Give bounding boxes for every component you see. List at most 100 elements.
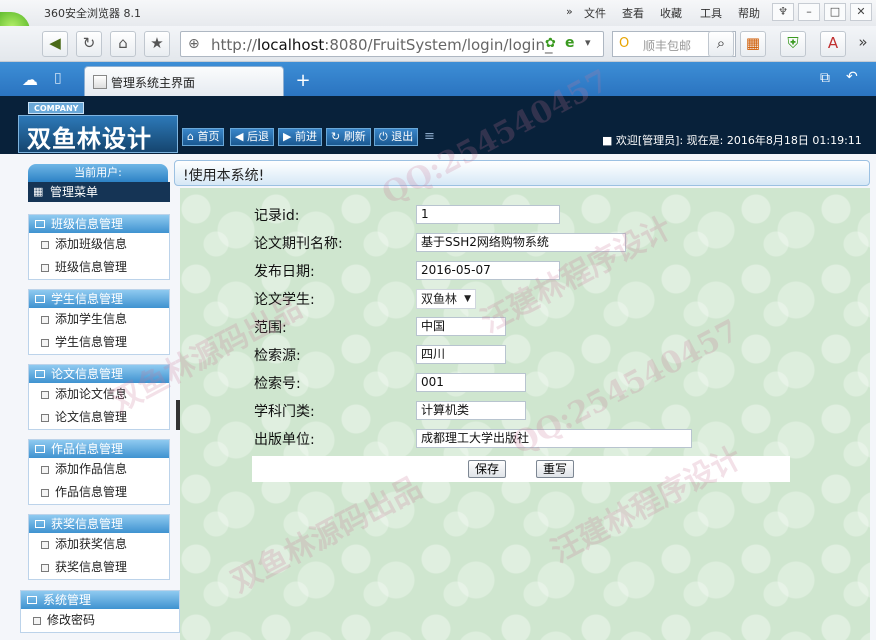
- group-header[interactable]: 系统管理: [21, 591, 179, 609]
- group-header[interactable]: 获奖信息管理: [29, 515, 169, 533]
- scope-field[interactable]: 中国: [416, 317, 506, 336]
- apps-icon[interactable]: ▦: [740, 31, 766, 57]
- publisher-field[interactable]: 成都理工大学出版社: [416, 429, 692, 448]
- subject-category-field[interactable]: 计算机类: [416, 401, 526, 420]
- menu-help[interactable]: 帮助: [738, 5, 760, 21]
- back-button[interactable]: ◀ 后退: [230, 128, 274, 146]
- id-field[interactable]: 1: [416, 205, 560, 224]
- maximize-icon[interactable]: □: [824, 3, 846, 21]
- close-icon[interactable]: ✕: [850, 3, 872, 21]
- label-category: 学科门类:: [254, 404, 315, 420]
- undo-close-icon[interactable]: ↶: [846, 69, 858, 85]
- menu-grid-icon: ▦: [33, 185, 44, 198]
- site-info-icon[interactable]: ⊕: [188, 36, 200, 52]
- shield-icon[interactable]: ⛨: [780, 31, 806, 57]
- sidebar-item-manage-work[interactable]: 作品信息管理: [29, 481, 169, 504]
- menu-title: ▦ 管理菜单: [28, 182, 170, 202]
- reset-button[interactable]: 重写: [536, 460, 575, 478]
- search-input[interactable]: 顺丰包邮: [643, 37, 691, 54]
- group-student: 学生信息管理 添加学生信息 学生信息管理: [28, 289, 170, 355]
- back-icon[interactable]: ◀: [42, 31, 68, 57]
- chevron-down-icon: ▼: [464, 294, 471, 304]
- address-bar[interactable]: ⊕ http://localhost:8080/FruitSystem/logi…: [180, 31, 604, 57]
- minimize-icon[interactable]: –: [798, 3, 820, 21]
- row-student: 论文学生: 双鱼林 ▼: [250, 286, 790, 310]
- home-icon[interactable]: ⌂: [110, 31, 136, 57]
- sidebar-item-add-student[interactable]: 添加学生信息: [29, 308, 169, 331]
- tab-list-icon[interactable]: ⧉: [820, 70, 830, 86]
- search-engine-icon[interactable]: O: [619, 36, 629, 51]
- doc-icon: [33, 617, 41, 625]
- new-tab-icon[interactable]: +: [290, 71, 316, 93]
- sidebar-item-manage-student[interactable]: 学生信息管理: [29, 331, 169, 354]
- doc-icon: [41, 541, 49, 549]
- skin-icon[interactable]: ♆: [772, 3, 794, 21]
- label-publisher: 出版单位:: [254, 432, 315, 448]
- sidebar-item-add-award[interactable]: 添加获奖信息: [29, 533, 169, 556]
- group-class: 班级信息管理 添加班级信息 班级信息管理: [28, 214, 170, 280]
- sidebar-item-manage-award[interactable]: 获奖信息管理: [29, 556, 169, 579]
- translate-icon[interactable]: A: [820, 31, 846, 57]
- row-category: 学科门类: 计算机类: [250, 398, 790, 422]
- browser-title: 360安全浏览器 8.1: [44, 7, 141, 20]
- doc-icon: [41, 414, 49, 422]
- brand-logo: 双鱼林设计: [18, 115, 178, 153]
- doc-icon: [41, 316, 49, 324]
- publish-date-field[interactable]: 2016-05-07: [416, 261, 560, 280]
- label-scope: 范围:: [254, 320, 287, 336]
- address-url[interactable]: http://localhost:8080/FruitSystem/login/…: [211, 36, 552, 54]
- sidebar-item-add-paper[interactable]: 添加论文信息: [29, 383, 169, 406]
- sidebar-item-add-class[interactable]: 添加班级信息: [29, 233, 169, 256]
- current-user-bar: 当前用户:: [28, 164, 168, 182]
- menu-file[interactable]: 文件: [584, 5, 606, 21]
- favorite-star-icon[interactable]: ★: [144, 31, 170, 57]
- sidebar-item-add-work[interactable]: 添加作品信息: [29, 458, 169, 481]
- tabbar: ☁ ▯ 管理系统主界面 + ⧉ ↶: [0, 62, 876, 96]
- menu-arrows[interactable]: »: [566, 5, 573, 18]
- group-work: 作品信息管理 添加作品信息 作品信息管理: [28, 439, 170, 505]
- cloud-icon[interactable]: ☁: [22, 70, 38, 89]
- student-select[interactable]: 双鱼林 ▼: [416, 289, 476, 309]
- group-system: 系统管理 修改密码: [20, 590, 180, 633]
- search-button-icon[interactable]: ⌕: [708, 31, 734, 57]
- notes-icon[interactable]: ▯: [54, 70, 62, 86]
- label-date: 发布日期:: [254, 264, 315, 280]
- group-header[interactable]: 班级信息管理: [29, 215, 169, 233]
- index-source-field[interactable]: 四川: [416, 345, 506, 364]
- logout-button[interactable]: ⏻ 退出: [374, 128, 419, 146]
- address-dropdown-icon[interactable]: ▾: [585, 36, 591, 49]
- menu-favorites[interactable]: 收藏: [660, 5, 682, 21]
- journal-name-field[interactable]: 基于SSH2网络购物系统: [416, 233, 626, 252]
- group-header[interactable]: 作品信息管理: [29, 440, 169, 458]
- group-icon: [27, 596, 37, 604]
- menu-tools[interactable]: 工具: [700, 5, 722, 21]
- group-header[interactable]: 论文信息管理: [29, 365, 169, 383]
- label-student: 论文学生:: [254, 292, 315, 308]
- row-publisher: 出版单位: 成都理工大学出版社: [250, 426, 790, 450]
- welcome-text: ■ 欢迎[管理员]: 现在是: 2016年8月18日 01:19:11: [602, 134, 862, 147]
- menu-view[interactable]: 查看: [622, 5, 644, 21]
- index-number-field[interactable]: 001: [416, 373, 526, 392]
- refresh-icon[interactable]: ↻: [76, 31, 102, 57]
- doc-icon: [41, 241, 49, 249]
- group-header[interactable]: 学生信息管理: [29, 290, 169, 308]
- sidebar-item-change-password[interactable]: 修改密码: [21, 609, 179, 632]
- company-tag: COMPANY: [28, 102, 85, 114]
- save-button[interactable]: 保存: [468, 460, 507, 478]
- ie-mode-icon[interactable]: e: [565, 35, 575, 51]
- forward-button[interactable]: ▶ 前进: [278, 128, 322, 146]
- group-icon: [35, 295, 45, 303]
- refresh-button[interactable]: ↻ 刷新: [326, 128, 371, 146]
- row-source: 检索源: 四川: [250, 342, 790, 366]
- sidebar-item-manage-paper[interactable]: 论文信息管理: [29, 406, 169, 429]
- divider-icon: ≡: [424, 129, 435, 144]
- home-button[interactable]: ⌂ 首页: [182, 128, 225, 146]
- tab-title: 管理系统主界面: [111, 76, 196, 90]
- label-number: 检索号:: [254, 376, 301, 392]
- more-icon[interactable]: »: [850, 31, 876, 57]
- sidebar-item-manage-class[interactable]: 班级信息管理: [29, 256, 169, 279]
- label-source: 检索源:: [254, 348, 301, 364]
- main-header-text: !使用本系统!: [183, 168, 265, 184]
- tab-main[interactable]: 管理系统主界面: [84, 66, 284, 96]
- security-icon[interactable]: ✿: [545, 36, 556, 51]
